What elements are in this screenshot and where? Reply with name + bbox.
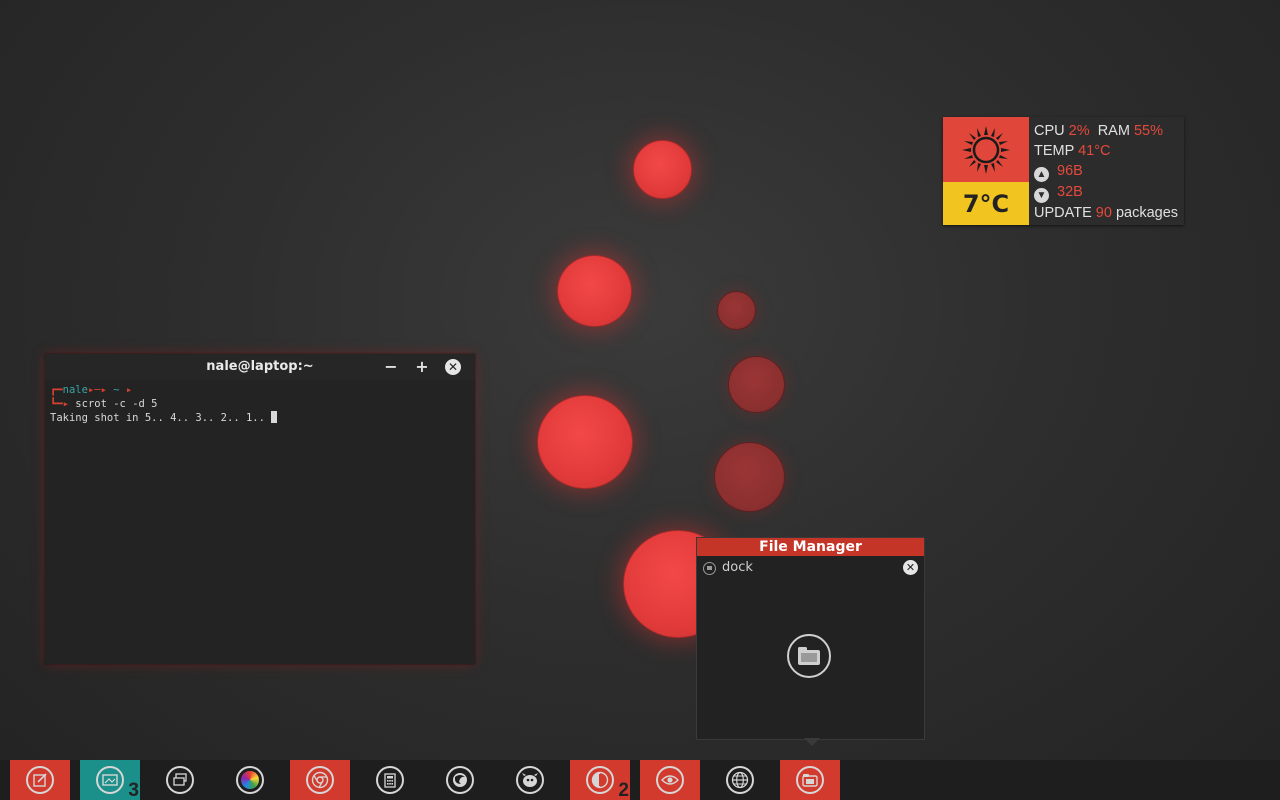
temp-line: TEMP 41°C bbox=[1034, 141, 1178, 161]
taskbar: 3 2 bbox=[0, 760, 1280, 800]
update-count: 90 bbox=[1095, 205, 1112, 221]
command-line: ┗━▸ scrot -c -d 5 bbox=[50, 397, 470, 411]
taskbar-item-browser[interactable] bbox=[710, 760, 770, 800]
terminal-titlebar[interactable]: nale@laptop:~ − + ✕ bbox=[45, 354, 475, 380]
taskbar-item-image-viewer[interactable]: 3 bbox=[80, 760, 140, 800]
ram-label: RAM bbox=[1097, 123, 1130, 139]
folder-item[interactable] bbox=[787, 634, 831, 678]
download-value: 32B bbox=[1057, 184, 1083, 200]
wallpaper-bubble bbox=[714, 442, 785, 512]
wallpaper-bubble bbox=[728, 356, 785, 413]
file-manager-popup[interactable]: File Manager dock ✕ bbox=[696, 537, 925, 740]
cpu-value: 2% bbox=[1068, 123, 1090, 139]
system-monitor-widget: 7°C CPU 2% RAM 55% TEMP 41°C ▲ 96B ▼ 32B U… bbox=[943, 117, 1184, 225]
temp-value: 41°C bbox=[1078, 143, 1111, 159]
terminal-app-icon bbox=[586, 766, 614, 794]
minimize-icon: − bbox=[384, 357, 398, 376]
wallpaper-bubble bbox=[557, 255, 632, 327]
taskbar-item-gimp[interactable] bbox=[500, 760, 560, 800]
text-cursor bbox=[271, 411, 278, 423]
taskbar-item-terminal[interactable]: 2 bbox=[570, 760, 630, 800]
weather-panel bbox=[943, 117, 1029, 182]
prompt-arrow: ┗━▸ bbox=[50, 398, 69, 410]
color-wheel-icon bbox=[236, 766, 264, 794]
folder-icon bbox=[798, 647, 820, 665]
globe-icon bbox=[726, 766, 754, 794]
taskbar-item-color-picker[interactable] bbox=[220, 760, 280, 800]
system-stats: CPU 2% RAM 55% TEMP 41°C ▲ 96B ▼ 32B UPDAT… bbox=[1034, 121, 1178, 223]
terminal-window[interactable]: nale@laptop:~ − + ✕ ┏━nale▸─▸ ~ ▸ ┗━▸ sc… bbox=[45, 354, 475, 664]
taskbar-item-file-manager[interactable] bbox=[780, 760, 840, 800]
location-label: dock bbox=[722, 560, 753, 575]
ram-value: 55% bbox=[1133, 123, 1163, 139]
upload-arrow-icon: ▲ bbox=[1034, 167, 1049, 182]
output-text: Taking shot in 5.. 4.. 3.. 2.. 1.. bbox=[50, 412, 272, 424]
close-icon: ✕ bbox=[905, 561, 916, 574]
drive-icon bbox=[703, 562, 716, 575]
terminal-title: nale@laptop:~ bbox=[206, 359, 314, 374]
calculator-icon bbox=[376, 766, 404, 794]
desktop: 7°C CPU 2% RAM 55% TEMP 41°C ▲ 96B ▼ 32B U… bbox=[0, 0, 1280, 760]
cpu-label: CPU bbox=[1034, 123, 1065, 139]
chrome-browser-icon bbox=[306, 766, 334, 794]
color-wheel bbox=[241, 771, 259, 789]
download-arrow-icon: ▼ bbox=[1034, 188, 1049, 203]
prompt-end: ▸ bbox=[119, 384, 133, 396]
prompt-line: ┏━nale▸─▸ ~ ▸ bbox=[50, 383, 470, 397]
edit-icon bbox=[26, 766, 54, 794]
upload-line: ▲ 96B bbox=[1034, 161, 1178, 182]
prompt-corner: ┏━ bbox=[50, 384, 63, 396]
update-suffix: packages bbox=[1115, 205, 1179, 221]
download-line: ▼ 32B bbox=[1034, 182, 1178, 203]
firefox-icon bbox=[446, 766, 474, 794]
sun-icon bbox=[962, 125, 1010, 174]
window-switch-icon bbox=[166, 766, 194, 794]
taskbar-item-editor[interactable] bbox=[10, 760, 70, 800]
update-label: UPDATE bbox=[1034, 205, 1092, 221]
taskbar-item-eye[interactable] bbox=[640, 760, 700, 800]
maximize-button[interactable]: + bbox=[413, 358, 431, 376]
output-line: Taking shot in 5.. 4.. 3.. 2.. 1.. bbox=[50, 411, 470, 425]
popup-pointer bbox=[804, 738, 820, 746]
file-manager-title: File Manager bbox=[697, 538, 924, 556]
window-count: 2 bbox=[618, 780, 629, 800]
gimp-icon bbox=[516, 766, 544, 794]
outdoor-temperature: 7°C bbox=[943, 182, 1029, 225]
upload-value: 96B bbox=[1057, 163, 1083, 179]
taskbar-item-window-switcher[interactable] bbox=[150, 760, 210, 800]
window-count: 3 bbox=[128, 780, 139, 800]
close-popup-button[interactable]: ✕ bbox=[903, 560, 918, 575]
taskbar-item-chrome[interactable] bbox=[290, 760, 350, 800]
minimize-button[interactable]: − bbox=[382, 358, 400, 376]
taskbar-item-firefox[interactable] bbox=[430, 760, 490, 800]
terminal-content[interactable]: ┏━nale▸─▸ ~ ▸ ┗━▸ scrot -c -d 5 Taking s… bbox=[45, 380, 475, 428]
image-viewer-icon bbox=[96, 766, 124, 794]
cpu-ram-line: CPU 2% RAM 55% bbox=[1034, 121, 1178, 141]
wallpaper-bubble bbox=[537, 395, 633, 489]
prompt-user: nale bbox=[62, 384, 88, 396]
wallpaper-bubble bbox=[633, 140, 692, 199]
close-icon: ✕ bbox=[447, 360, 459, 374]
taskbar-item-calculator[interactable] bbox=[360, 760, 420, 800]
prompt-separator: ▸─▸ bbox=[87, 384, 114, 396]
file-manager-icon bbox=[796, 766, 824, 794]
plus-icon: + bbox=[415, 357, 429, 376]
temp-label: TEMP bbox=[1034, 143, 1075, 159]
command-text: scrot -c -d 5 bbox=[75, 398, 158, 410]
close-button[interactable]: ✕ bbox=[445, 359, 461, 375]
file-manager-location-row: dock ✕ bbox=[697, 556, 924, 580]
eye-icon bbox=[656, 766, 684, 794]
wallpaper-bubble bbox=[717, 291, 756, 330]
update-line: UPDATE 90 packages bbox=[1034, 203, 1178, 223]
